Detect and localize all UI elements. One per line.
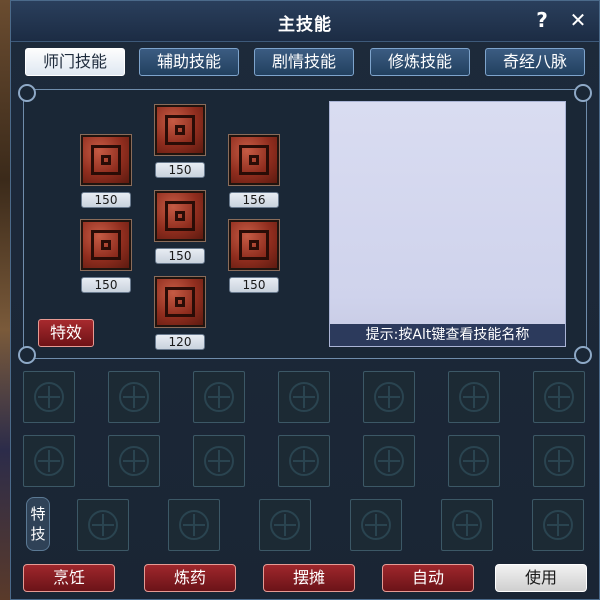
empty-slot-icon [544, 446, 574, 476]
corner-ornament [574, 84, 592, 102]
skill-slot[interactable] [533, 371, 585, 423]
title-bar[interactable]: 主技能 ? ✕ [11, 1, 599, 42]
empty-slot-icon [452, 510, 482, 540]
tab-story-skills[interactable]: 剧情技能 [254, 48, 354, 76]
skill-level-1: 150 [81, 192, 131, 208]
corner-ornament [18, 346, 36, 364]
empty-slot-icon [459, 382, 489, 412]
special-skill-slot[interactable] [77, 499, 129, 551]
empty-slot-icon [119, 382, 149, 412]
empty-slot-icon [88, 510, 118, 540]
special-skill-slot[interactable] [350, 499, 402, 551]
empty-slot-icon [289, 446, 319, 476]
skill-icon-5[interactable] [154, 190, 206, 242]
help-icon[interactable]: ? [530, 8, 554, 32]
skill-slot[interactable] [363, 371, 415, 423]
alt-hint-text: 提示:按Alt键查看技能名称 [330, 324, 565, 346]
stall-button[interactable]: 摆摊 [263, 564, 355, 592]
empty-slot-icon [204, 446, 234, 476]
skill-level-6: 150 [229, 277, 279, 293]
skill-slot[interactable] [23, 435, 75, 487]
close-icon[interactable]: ✕ [566, 8, 590, 32]
main-skill-window: 主技能 ? ✕ 师门技能 辅助技能 剧情技能 修炼技能 奇经八脉 150 150… [10, 0, 600, 600]
special-skill-slot[interactable] [168, 499, 220, 551]
special-skills-label: 特技 [26, 497, 50, 551]
skill-icon-6[interactable] [228, 219, 280, 271]
skill-slot[interactable] [278, 435, 330, 487]
empty-slot-icon [374, 382, 404, 412]
skill-slot[interactable] [193, 435, 245, 487]
tab-auxiliary-skills[interactable]: 辅助技能 [139, 48, 239, 76]
special-skill-slot[interactable] [259, 499, 311, 551]
skill-slot[interactable] [108, 435, 160, 487]
skill-icon-3[interactable] [228, 134, 280, 186]
empty-slot-icon [34, 382, 64, 412]
skill-icon-7[interactable] [154, 276, 206, 328]
special-skill-slot[interactable] [441, 499, 493, 551]
skill-slot[interactable] [193, 371, 245, 423]
skill-slot[interactable] [533, 435, 585, 487]
skill-icon-1[interactable] [80, 134, 132, 186]
window-title: 主技能 [278, 15, 332, 35]
skill-info-panel: 提示:按Alt键查看技能名称 [329, 101, 566, 347]
tab-meridians[interactable]: 奇经八脉 [485, 48, 585, 76]
tab-cultivation-skills[interactable]: 修炼技能 [370, 48, 470, 76]
empty-slot-icon [119, 446, 149, 476]
use-button[interactable]: 使用 [495, 564, 587, 592]
empty-slot-icon [34, 446, 64, 476]
skill-level-2: 150 [155, 162, 205, 178]
skill-slot[interactable] [278, 371, 330, 423]
skill-level-5: 150 [155, 248, 205, 264]
empty-slot-icon [544, 382, 574, 412]
empty-slot-icon [543, 510, 573, 540]
cooking-button[interactable]: 烹饪 [23, 564, 115, 592]
effect-button[interactable]: 特效 [38, 319, 94, 347]
empty-slot-icon [289, 382, 319, 412]
alchemy-button[interactable]: 炼药 [144, 564, 236, 592]
corner-ornament [574, 346, 592, 364]
skill-level-4: 150 [81, 277, 131, 293]
empty-slot-icon [459, 446, 489, 476]
skill-slot[interactable] [448, 371, 500, 423]
skill-slot[interactable] [448, 435, 500, 487]
corner-ornament [18, 84, 36, 102]
skill-icon-4[interactable] [80, 219, 132, 271]
empty-slot-icon [361, 510, 391, 540]
special-skill-slot[interactable] [532, 499, 584, 551]
skill-slot[interactable] [23, 371, 75, 423]
skill-slot[interactable] [363, 435, 415, 487]
empty-slot-icon [179, 510, 209, 540]
skill-icon-2[interactable] [154, 104, 206, 156]
empty-slot-icon [270, 510, 300, 540]
skill-slot[interactable] [108, 371, 160, 423]
empty-slot-icon [204, 382, 234, 412]
auto-button[interactable]: 自动 [382, 564, 474, 592]
tab-school-skills[interactable]: 师门技能 [25, 48, 125, 76]
skill-level-7: 120 [155, 334, 205, 350]
empty-slot-icon [374, 446, 404, 476]
skill-level-3: 156 [229, 192, 279, 208]
